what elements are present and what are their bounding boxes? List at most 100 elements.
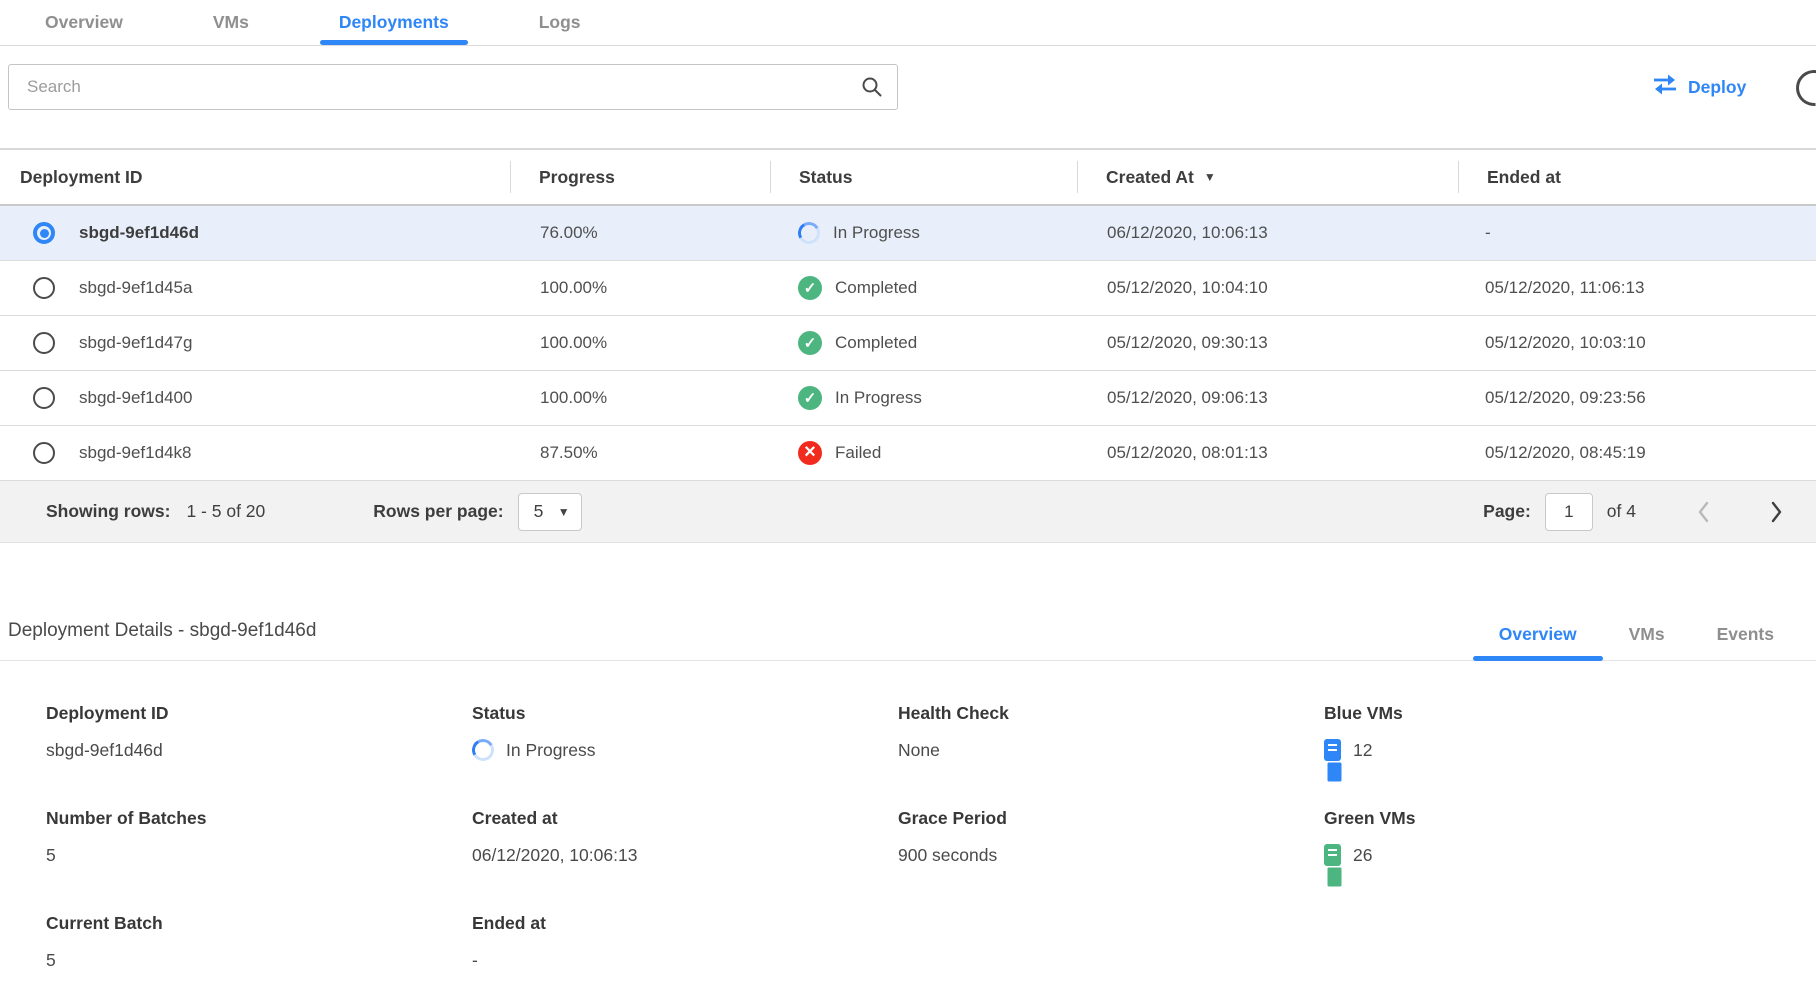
details-tab[interactable]: Events <box>1691 624 1800 661</box>
top-tab[interactable]: Logs <box>520 0 600 45</box>
page-label: Page: <box>1483 501 1531 522</box>
cell-created-at: 05/12/2020, 10:04:10 <box>1077 278 1458 298</box>
column-header-created-at[interactable]: Created At ▼ <box>1077 161 1458 193</box>
details-tab[interactable]: Overview <box>1473 624 1603 661</box>
search-icon <box>860 75 884 104</box>
deployment-id-text: sbgd-9ef1d400 <box>79 388 192 408</box>
detail-field-value: 900 seconds <box>898 843 1324 867</box>
detail-value-text: In Progress <box>506 740 595 761</box>
search-input[interactable] <box>8 64 898 110</box>
detail-field-label: Created at <box>472 808 898 829</box>
refresh-icon[interactable] <box>1789 63 1816 114</box>
table-row[interactable]: sbgd-9ef1d45a 100.00% Completed 05/12/20… <box>0 261 1816 316</box>
detail-value-text: sbgd-9ef1d46d <box>46 740 163 761</box>
row-radio-button[interactable] <box>33 442 55 464</box>
table-header-row: Deployment ID Progress Status Created At… <box>0 150 1816 206</box>
deployment-id-text: sbgd-9ef1d45a <box>79 278 192 298</box>
cell-created-at: 05/12/2020, 09:06:13 <box>1077 388 1458 408</box>
detail-value-text: 5 <box>46 845 56 866</box>
cell-status: Completed <box>770 276 1077 300</box>
cell-created-at: 05/12/2020, 08:01:13 <box>1077 443 1458 463</box>
detail-field: Blue VMs 12 <box>1324 703 1816 762</box>
details-fields-grid: Deployment ID sbgd-9ef1d46d Status In Pr… <box>0 661 1816 972</box>
next-page-button[interactable] <box>1765 496 1788 528</box>
detail-field-label: Ended at <box>472 913 898 934</box>
detail-value-text: 900 seconds <box>898 845 997 866</box>
detail-field-label: Deployment ID <box>46 703 472 724</box>
status-icon <box>798 276 822 300</box>
page-total-label: of 4 <box>1607 501 1636 522</box>
column-header-progress[interactable]: Progress <box>510 161 770 193</box>
cell-ended-at: 05/12/2020, 09:23:56 <box>1458 388 1816 408</box>
deployment-id-text: sbgd-9ef1d47g <box>79 333 192 353</box>
rows-per-page-select[interactable]: 5 ▼ <box>518 493 582 531</box>
deployment-id-text: sbgd-9ef1d46d <box>79 223 199 243</box>
column-header-ended-at[interactable]: Ended at <box>1458 161 1816 193</box>
status-icon <box>798 331 822 355</box>
table-row[interactable]: sbgd-9ef1d47g 100.00% Completed 05/12/20… <box>0 316 1816 371</box>
top-tab[interactable]: Deployments <box>320 0 468 45</box>
row-radio-button[interactable] <box>33 277 55 299</box>
top-tab[interactable]: Overview <box>26 0 142 45</box>
detail-value-text: 26 <box>1353 845 1372 866</box>
table-row[interactable]: sbgd-9ef1d46d 76.00% In Progress 06/12/2… <box>0 206 1816 261</box>
deploy-button[interactable]: Deploy <box>1652 74 1746 100</box>
detail-field: Grace Period 900 seconds <box>898 808 1324 867</box>
detail-field-label: Blue VMs <box>1324 703 1816 724</box>
cell-progress: 100.00% <box>510 278 770 298</box>
cell-progress: 100.00% <box>510 333 770 353</box>
cell-deployment-id: sbgd-9ef1d4k8 <box>0 442 510 464</box>
detail-value-text: 12 <box>1353 740 1372 761</box>
detail-value-text: - <box>472 950 478 971</box>
cell-ended-at: 05/12/2020, 08:45:19 <box>1458 443 1816 463</box>
rows-per-page-value: 5 <box>534 501 544 522</box>
top-tab-bar: Overview VMs Deployments Logs <box>0 0 1816 46</box>
previous-page-button[interactable] <box>1692 496 1715 528</box>
detail-field: Green VMs 26 <box>1324 808 1816 867</box>
cell-status: In Progress <box>770 222 1077 244</box>
cell-progress: 87.50% <box>510 443 770 463</box>
column-header-status[interactable]: Status <box>770 161 1077 193</box>
cell-progress: 76.00% <box>510 223 770 243</box>
detail-value-text: 06/12/2020, 10:06:13 <box>472 845 637 866</box>
detail-field-value: 26 <box>1324 843 1816 867</box>
cell-ended-at: - <box>1458 223 1816 243</box>
detail-field-value: 5 <box>46 948 472 972</box>
cell-deployment-id: sbgd-9ef1d400 <box>0 387 510 409</box>
detail-field-label: Grace Period <box>898 808 1324 829</box>
status-icon <box>796 220 823 247</box>
detail-field: Current Batch 5 <box>46 913 472 972</box>
showing-rows-label: Showing rows: <box>46 501 170 522</box>
table-row[interactable]: sbgd-9ef1d400 100.00% In Progress 05/12/… <box>0 371 1816 426</box>
table-row[interactable]: sbgd-9ef1d4k8 87.50% Failed 05/12/2020, … <box>0 426 1816 481</box>
details-tab[interactable]: VMs <box>1603 624 1691 661</box>
detail-field-value: 06/12/2020, 10:06:13 <box>472 843 898 867</box>
row-radio-button[interactable] <box>33 222 55 244</box>
detail-value-text: None <box>898 740 940 761</box>
deployment-details-panel: Deployment Details - sbgd-9ef1d46d Overv… <box>0 601 1816 972</box>
deployments-table: Deployment ID Progress Status Created At… <box>0 148 1816 543</box>
status-text: Failed <box>835 443 881 463</box>
deploy-button-label: Deploy <box>1688 77 1746 98</box>
detail-field: Ended at - <box>472 913 898 972</box>
row-radio-button[interactable] <box>33 332 55 354</box>
column-header-deployment-id[interactable]: Deployment ID <box>0 161 510 193</box>
status-text: Completed <box>835 333 917 353</box>
cell-deployment-id: sbgd-9ef1d45a <box>0 277 510 299</box>
sort-desc-icon: ▼ <box>1204 170 1216 184</box>
cell-ended-at: 05/12/2020, 11:06:13 <box>1458 278 1816 298</box>
detail-field-value: In Progress <box>472 738 898 762</box>
cell-deployment-id: sbgd-9ef1d46d <box>0 222 510 244</box>
status-text: Completed <box>835 278 917 298</box>
cell-status: In Progress <box>770 386 1077 410</box>
row-radio-button[interactable] <box>33 387 55 409</box>
showing-rows-value: 1 - 5 of 20 <box>186 501 265 522</box>
search-box <box>8 64 898 110</box>
status-text: In Progress <box>833 223 920 243</box>
rows-per-page-label: Rows per page: <box>373 501 503 522</box>
cell-created-at: 06/12/2020, 10:06:13 <box>1077 223 1458 243</box>
chevron-down-icon: ▼ <box>558 505 570 519</box>
top-tab[interactable]: VMs <box>194 0 268 45</box>
page-number-input[interactable] <box>1545 493 1593 531</box>
detail-field-value: - <box>472 948 898 972</box>
